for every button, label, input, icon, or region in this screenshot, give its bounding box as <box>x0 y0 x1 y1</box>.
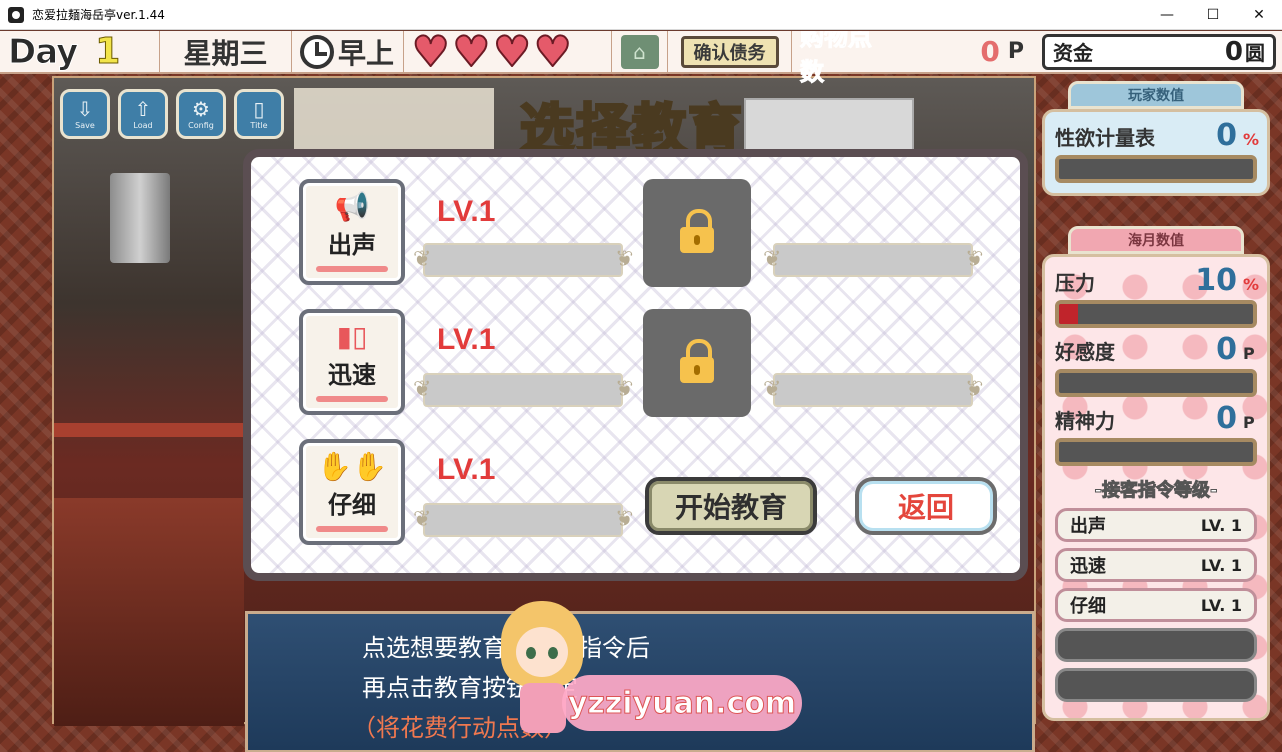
stress-gauge <box>1055 300 1257 328</box>
app-icon <box>8 6 24 23</box>
command-exp-gauge <box>413 243 623 277</box>
money-display: 资金 0 圆 <box>1042 33 1276 70</box>
home-icon[interactable]: ⌂ <box>620 34 659 69</box>
command-level-row-empty <box>1055 668 1257 702</box>
back-button[interactable]: 返回 <box>855 477 997 535</box>
shelf-image <box>54 423 254 437</box>
lock-icon <box>680 339 714 383</box>
save-icon: ⇩ <box>76 96 94 121</box>
command-level-row-empty <box>1055 628 1257 662</box>
top-hud: Day 1 星期三 早上 ♥ ♥ ♥ ♥ ⌂ 确认债务 购物点数 0 P 资金 … <box>0 31 1282 86</box>
lock-icon <box>680 209 714 253</box>
counter-image <box>54 498 244 726</box>
load-icon: ⇧ <box>134 96 152 121</box>
stat-value: 0 <box>1216 118 1237 153</box>
day-number: 1 <box>95 31 121 73</box>
window-controls: — ☐ ✕ <box>1144 0 1282 30</box>
minimize-button[interactable]: — <box>1144 0 1190 30</box>
umi-stats-box: 压力 10 % 好感度 0 P 精神力 0 P -接客指令等级- 出声 LV. … <box>1042 254 1270 721</box>
command-level-row: 出声 LV. 1 <box>1055 508 1257 542</box>
command-level-row: 仔细 LV. 1 <box>1055 588 1257 622</box>
locked-exp-gauge <box>763 243 973 277</box>
load-button[interactable]: ⇧ Load <box>118 89 168 139</box>
affection-gauge <box>1055 369 1257 397</box>
door-icon: ▯ <box>253 96 265 121</box>
stat-unit: % <box>1243 130 1260 149</box>
locked-exp-gauge <box>763 373 973 407</box>
day-label: Day <box>7 31 78 72</box>
game-area: Day 1 星期三 早上 ♥ ♥ ♥ ♥ ⌂ 确认债务 购物点数 0 P 资金 … <box>0 31 1282 752</box>
hands-icon: ✋✋ <box>317 449 387 483</box>
stat-value: 0 <box>1216 332 1237 367</box>
shop-points-display: 购物点数 0 P <box>792 31 1032 86</box>
stat-unit: P <box>1243 344 1255 363</box>
stat-label: 精神力 <box>1055 409 1115 433</box>
command-level: LV.1 <box>437 453 496 486</box>
watermark-badge: yzziyuan.com <box>562 675 802 731</box>
window-title: 恋爱拉麺海岳亭ver.1.44 <box>32 8 165 22</box>
speed-icon: ▮▯ <box>336 319 368 353</box>
day-display: Day 1 <box>0 31 160 73</box>
command-level: LV.1 <box>437 323 496 356</box>
stat-label: 好感度 <box>1055 340 1115 364</box>
confirm-debt-cell: 确认债务 <box>668 31 792 73</box>
locked-slot <box>643 309 751 417</box>
shop-points-value: 0 <box>980 35 1000 68</box>
action-hearts: ♥ ♥ ♥ ♥ <box>404 31 612 73</box>
megaphone-icon: 📢 <box>334 189 370 223</box>
shop-points-label: 购物点数 <box>799 31 872 86</box>
home-cell: ⌂ <box>612 31 668 73</box>
status-sidebar: 玩家数值 性欲计量表 0 % 海月数值 压力 10 % 好感度 0 P 精神力 … <box>1042 81 1270 721</box>
maximize-button[interactable]: ☐ <box>1190 0 1236 30</box>
stat-label: 压力 <box>1055 271 1095 295</box>
command-voice-button[interactable]: 📢 出声 <box>299 179 405 285</box>
money-unit: 圆 <box>1245 41 1265 65</box>
weekday: 星期三 <box>183 36 268 70</box>
stat-label: 性欲计量表 <box>1055 126 1155 150</box>
system-menu: ⇩ Save ⇧ Load ⚙ Config ▯ Title <box>60 89 284 139</box>
heart-icon: ♥ <box>533 31 573 76</box>
window-titlebar: 恋爱拉麺海岳亭ver.1.44 — ☐ ✕ <box>0 0 1282 30</box>
heart-icon: ♥ <box>411 31 451 76</box>
command-level-title: -接客指令等级- <box>1094 480 1218 502</box>
command-exp-gauge <box>413 503 623 537</box>
air-conditioner-image <box>744 98 914 156</box>
command-speed-button[interactable]: ▮▯ 迅速 <box>299 309 405 415</box>
time-of-day: 早上 <box>338 36 395 70</box>
mental-gauge <box>1055 438 1257 466</box>
command-careful-button[interactable]: ✋✋ 仔细 <box>299 439 405 545</box>
command-level: LV.1 <box>437 195 496 228</box>
start-education-button[interactable]: 开始教育 <box>645 477 817 535</box>
confirm-debt-button[interactable]: 确认债务 <box>680 35 779 68</box>
player-stats-box: 性欲计量表 0 % <box>1042 109 1270 196</box>
stat-unit: % <box>1243 275 1260 294</box>
money-label: 资金 <box>1053 41 1093 65</box>
money-value: 0 <box>1224 36 1243 67</box>
umi-stats-header: 海月数值 <box>1068 226 1244 254</box>
weekday-display: 星期三 <box>160 31 292 73</box>
libido-gauge <box>1055 155 1257 183</box>
player-stats-header: 玩家数值 <box>1068 81 1244 109</box>
save-button[interactable]: ⇩ Save <box>60 89 110 139</box>
education-panel: 📢 出声 LV.1 ▮▯ 迅速 LV.1 ✋✋ 仔细 LV.1 开始教 <box>243 149 1028 581</box>
gear-icon: ⚙ <box>192 96 210 121</box>
clock-icon <box>300 34 334 69</box>
locked-slot <box>643 179 751 287</box>
heart-icon: ♥ <box>492 31 532 76</box>
config-button[interactable]: ⚙ Config <box>176 89 226 139</box>
command-exp-gauge <box>413 373 623 407</box>
title-button[interactable]: ▯ Title <box>234 89 284 139</box>
stat-unit: P <box>1243 413 1255 432</box>
close-button[interactable]: ✕ <box>1236 0 1282 30</box>
shop-points-unit: P <box>1007 39 1024 64</box>
heart-icon: ♥ <box>452 31 492 76</box>
stat-value: 0 <box>1216 401 1237 436</box>
stat-value: 10 <box>1195 263 1237 298</box>
time-display: 早上 <box>292 31 404 73</box>
stock-pot-image <box>110 173 170 263</box>
command-level-row: 迅速 LV. 1 <box>1055 548 1257 582</box>
